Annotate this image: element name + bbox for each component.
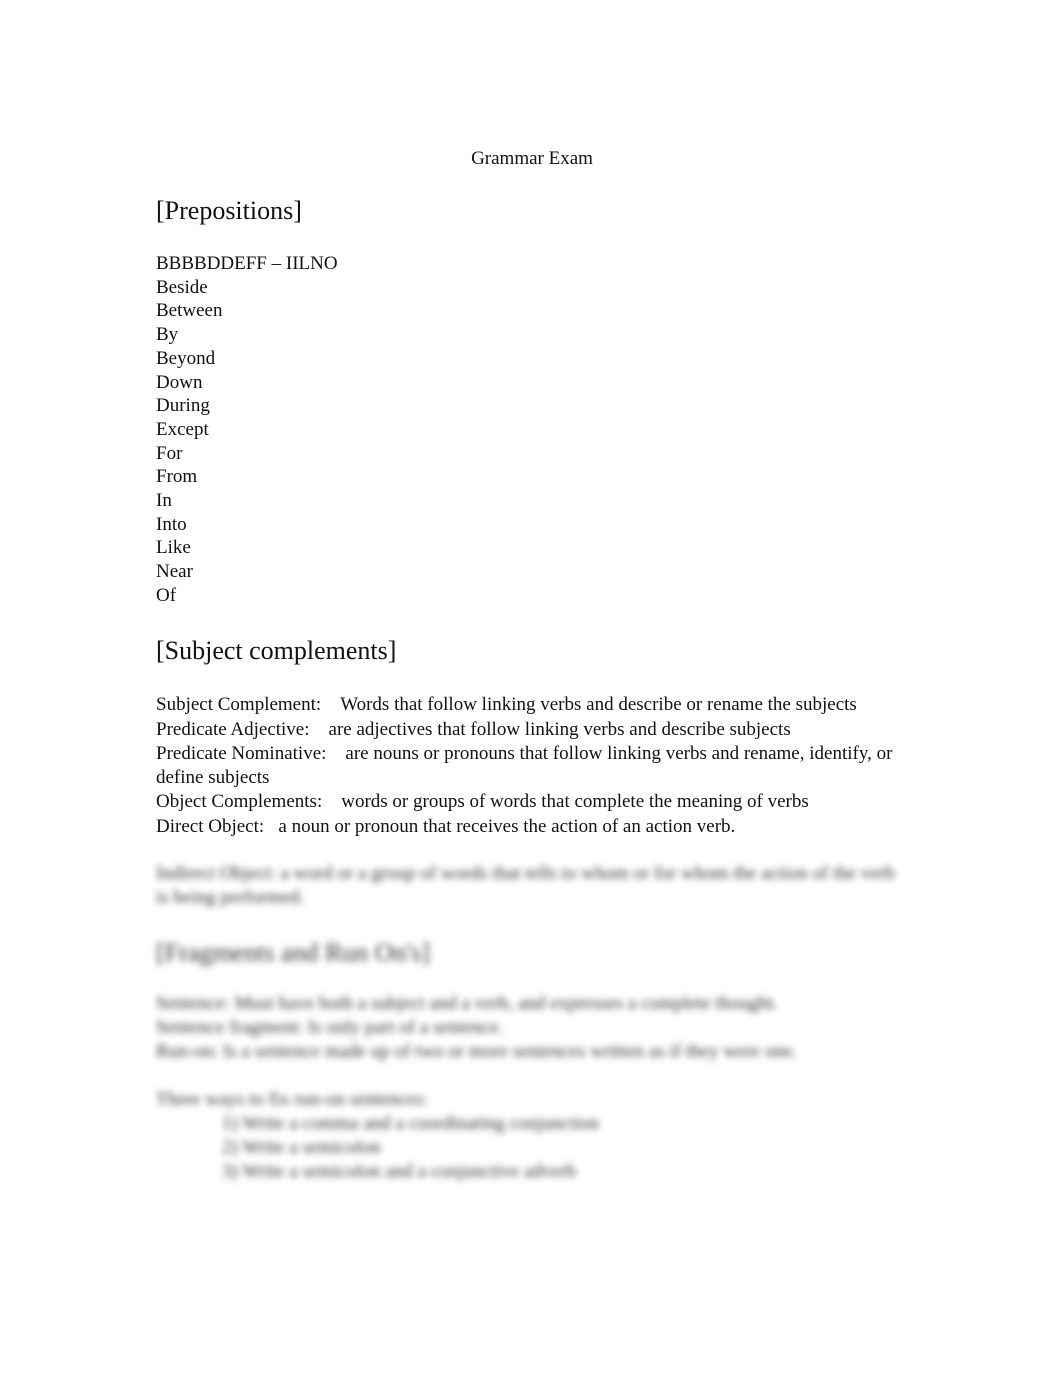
list-item: From [156, 466, 198, 488]
list-item: Beside [156, 276, 208, 298]
definition: words or groups of words that complete t… [341, 791, 809, 812]
list-item: During [156, 395, 210, 417]
term: Predicate Adjective: [156, 718, 310, 740]
list-item: Like [156, 537, 191, 559]
definition: a noun or pronoun that receives the acti… [278, 815, 736, 837]
subject-complements-list: Subject Complement: Words that follow li… [156, 693, 896, 839]
definition: are adjectives that follow linking verbs… [328, 718, 791, 740]
fragments-heading: [Fragments and Run On's] [156, 938, 431, 967]
definition: Words that follow linking verbs and desc… [340, 694, 857, 715]
list-item: Down [156, 371, 203, 393]
prepositions-mnemonic: BBBBDDEFF – IILNO [156, 253, 338, 274]
prepositions-heading: [Prepositions] [156, 196, 302, 225]
list-item: By [156, 324, 179, 346]
blurred-content: Indirect Object: a word or a group of wo… [156, 862, 906, 1184]
fragments-line: Sentence: Must have both a subject and a… [156, 993, 779, 1014]
term: Object Complements: [156, 791, 323, 812]
blurred-entry: Indirect Object: a word or a group of wo… [156, 863, 900, 908]
definition-entry: Predicate Adjective: are adjectives that… [156, 718, 896, 742]
list-item: Near [156, 561, 193, 583]
list-item: In [156, 490, 172, 512]
list-item: Except [156, 418, 209, 440]
list-item: 1) Write a comma and a coordinating conj… [222, 1113, 600, 1134]
list-item: Into [156, 513, 187, 535]
fragments-line: Run-on: Is a sentence made up of two or … [156, 1041, 798, 1062]
subject-complements-heading: [Subject complements] [156, 636, 397, 665]
list-item: Beyond [156, 347, 216, 369]
fix-intro: Three ways to fix run-on sentences: [156, 1089, 428, 1110]
prepositions-list: BBBBDDEFF – IILNO Beside Between By Beyo… [156, 252, 338, 608]
list-item: 3) Write a semicolon and a conjunctive a… [222, 1161, 576, 1182]
document-title: Grammar Exam [471, 148, 593, 169]
term: Subject Complement: [156, 694, 322, 715]
fragments-line: Sentence fragment: Is only part of a sen… [156, 1017, 504, 1038]
list-item: Of [156, 584, 177, 606]
definition-entry: Direct Object: a noun or pronoun that re… [156, 815, 896, 839]
definition-entry: Predicate Nominative: are nouns or prono… [156, 742, 896, 789]
list-item: For [156, 442, 183, 464]
term: Predicate Nominative: [156, 743, 327, 764]
list-item: Between [156, 300, 223, 322]
definition-entry: Object Complements: words or groups of w… [156, 790, 896, 814]
term: Direct Object: [156, 815, 265, 837]
list-item: 2) Write a semicolon [222, 1137, 381, 1158]
definition-entry: Subject Complement: Words that follow li… [156, 693, 896, 717]
